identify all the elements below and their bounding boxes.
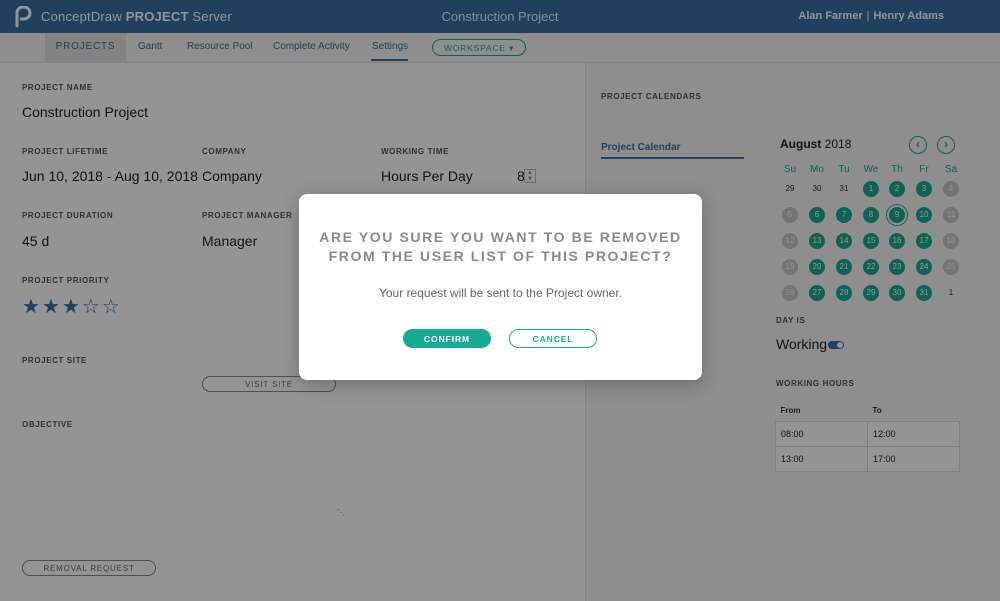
- cancel-button[interactable]: CANCEL: [509, 329, 597, 348]
- confirm-button[interactable]: CONFIRM: [403, 329, 491, 348]
- confirm-removal-dialog: ARE YOU SURE YOU WANT TO BE REMOVED FROM…: [299, 194, 702, 380]
- dialog-message: Your request will be sent to the Project…: [378, 286, 623, 300]
- dialog-title: ARE YOU SURE YOU WANT TO BE REMOVED FROM…: [319, 229, 682, 264]
